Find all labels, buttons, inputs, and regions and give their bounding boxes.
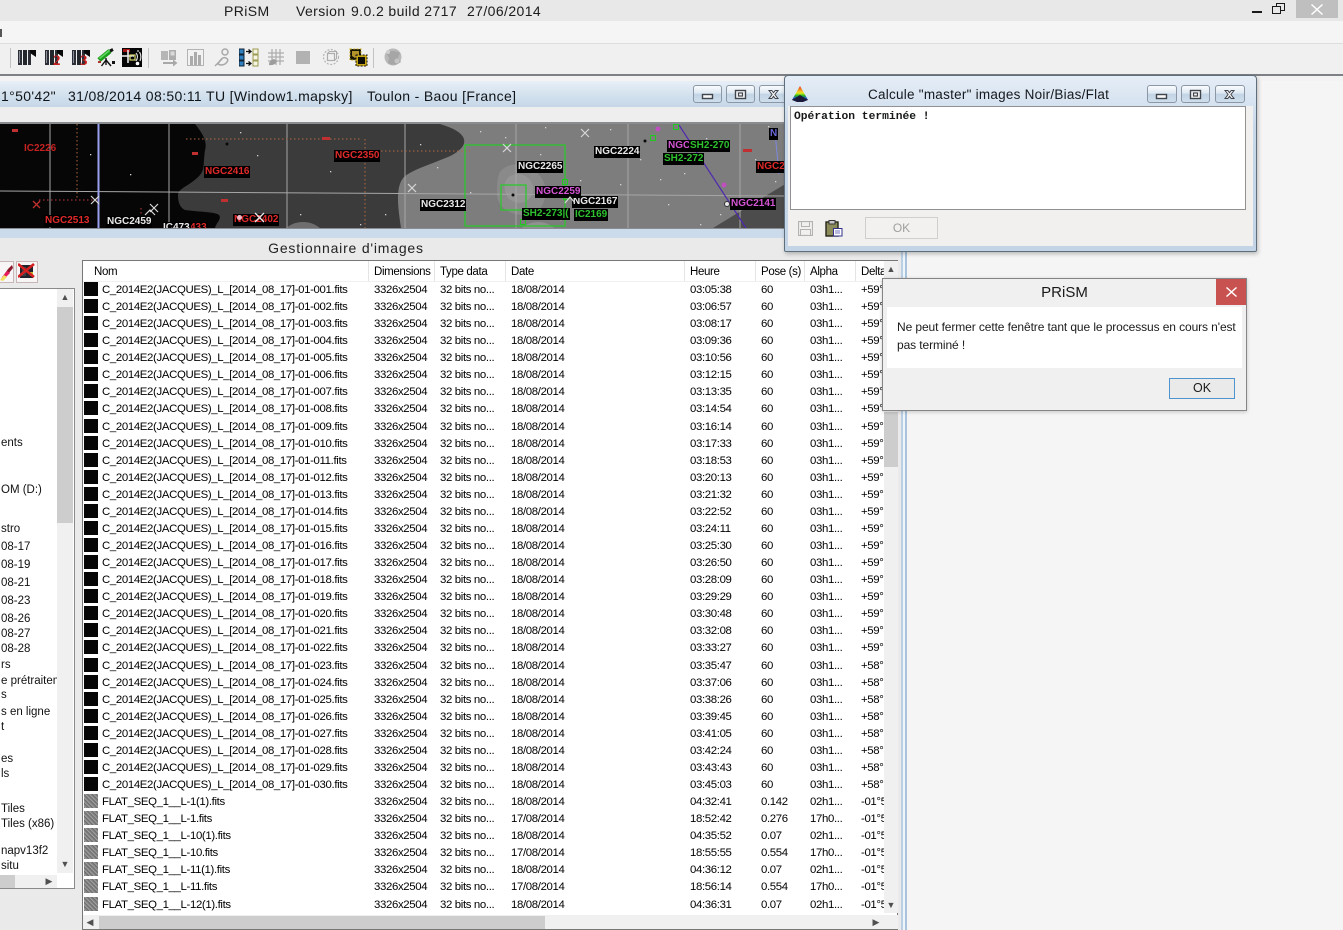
svg-text:2: 2 <box>53 53 61 67</box>
svg-text:3: 3 <box>80 53 88 67</box>
